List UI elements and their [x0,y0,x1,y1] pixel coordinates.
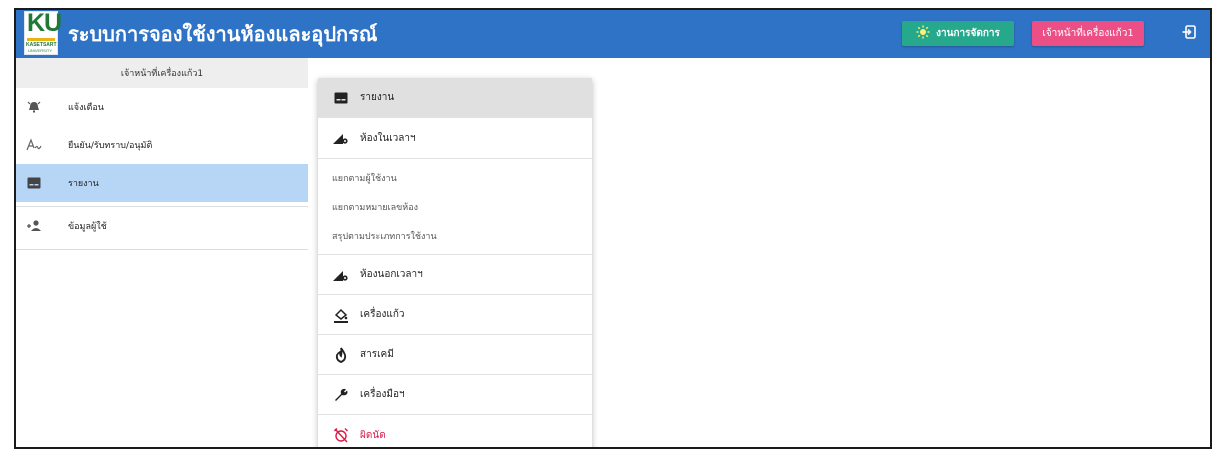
menu-item-chemicals[interactable]: สารเคมี [318,335,592,375]
menu-item-missed-appointments[interactable]: ผิดนัด [318,415,592,447]
app-title: ระบบการจองใช้งานห้องและอุปกรณ์ [68,22,378,46]
rooms-in-hours-submenu: แยกตามผู้ใช้งาน แยกตามหมายเลขห้อง สรุปตา… [318,158,592,255]
menu-item-glassware[interactable]: เครื่องแก้ว [318,295,592,335]
app-window: KU KASETSART UNIVERSITY ระบบการจองใช้งาน… [14,8,1212,449]
sidebar-item-approve[interactable]: ยืนยัน/รับทราบ/อนุมัติ [16,126,308,164]
submenu-item-by-user[interactable]: แยกตามผู้ใช้งาน [318,163,592,192]
report-icon [332,89,350,107]
manage-button[interactable]: งานการจัดการ [902,21,1014,46]
sidebar-divider [16,249,308,250]
menu-item-label: สารเคมี [360,349,394,360]
menu-item-label: เครื่องมือฯ [360,389,405,400]
sidebar-item-label: แจ้งเตือน [68,103,104,113]
wrench-icon [332,386,350,404]
menu-item-rooms-in-hours[interactable]: ห้องในเวลาฯ [318,118,592,158]
sun-icon [916,25,930,42]
report-icon [26,175,42,191]
alarm-icon [26,99,42,115]
menu-item-label: ผิดนัด [360,429,386,441]
user-button-label: เจ้าหน้าที่เครื่องแก้ว1 [1042,28,1134,39]
alarm-off-icon [332,426,350,444]
sidebar-user-name: เจ้าหน้าที่เครื่องแก้ว1 [16,58,308,88]
menu-item-reports[interactable]: รายงาน [318,78,592,118]
logout-button[interactable] [1178,23,1200,45]
sidebar-item-label: ข้อมูลผู้ใช้ [68,222,107,232]
glassware-icon [332,306,350,324]
sidebar-item-reports[interactable]: รายงาน [16,164,308,202]
logo-subtext-2: UNIVERSITY [28,48,53,53]
menu-item-label: เครื่องแก้ว [360,309,405,320]
sidebar-item-user-data[interactable]: ข้อมูลผู้ใช้ [16,207,308,245]
logo-bar [27,38,55,41]
submenu-item-by-room[interactable]: แยกตามหมายเลขห้อง [318,192,592,221]
sidebar: เจ้าหน้าที่เครื่องแก้ว1 แจ้งเตือน ยืนยัน… [16,58,308,447]
sidebar-item-label: รายงาน [68,179,99,189]
logout-icon [1181,24,1197,44]
top-bar: KU KASETSART UNIVERSITY ระบบการจองใช้งาน… [16,10,1210,58]
chemical-icon [332,346,350,364]
logo-text: KU [27,9,62,37]
sidebar-item-label: ยืนยัน/รับทราบ/อนุมัติ [68,141,153,151]
menu-item-label: ห้องนอกเวลาฯ [360,269,423,280]
room-settings-icon [332,266,350,284]
user-button[interactable]: เจ้าหน้าที่เครื่องแก้ว1 [1032,21,1144,46]
menu-item-rooms-after-hours[interactable]: ห้องนอกเวลาฯ [318,255,592,295]
submenu-item-by-type[interactable]: สรุปตามประเภทการใช้งาน [318,221,592,250]
room-settings-icon [332,129,350,147]
university-logo[interactable]: KU KASETSART UNIVERSITY [24,9,62,55]
signature-icon [26,137,42,153]
sidebar-item-notifications[interactable]: แจ้งเตือน [16,88,308,126]
menu-item-tools[interactable]: เครื่องมือฯ [318,375,592,415]
menu-item-label: ห้องในเวลาฯ [360,132,416,144]
reports-menu: รายงาน ห้องในเวลาฯ แยกตามผู้ใช้งาน แยกตา… [318,78,592,447]
add-user-icon [26,218,42,234]
manage-button-label: งานการจัดการ [936,28,1000,39]
menu-item-label: รายงาน [360,92,395,103]
